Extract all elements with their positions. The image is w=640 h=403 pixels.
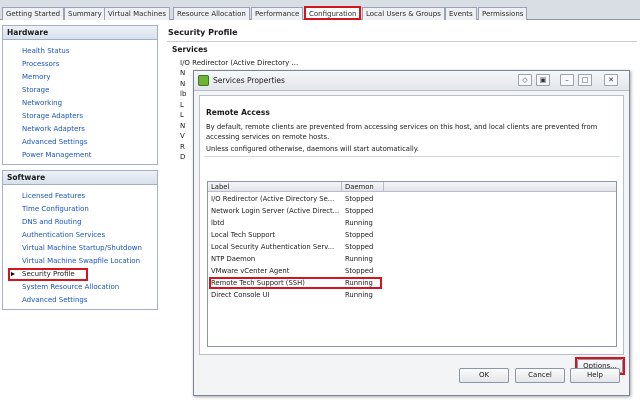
column-header-daemon[interactable]: Daemon	[345, 183, 374, 191]
hardware-header: Hardware	[3, 26, 157, 40]
remote-access-description: By default, remote clients are prevented…	[206, 123, 598, 141]
nav-time-configuration[interactable]: Time Configuration	[3, 203, 157, 216]
service-label: Direct Console UI	[211, 291, 270, 299]
services-properties-dialog: Services Properties ◇ ▣ – □ ✕ Remote Acc…	[193, 70, 630, 396]
tab-virtual-machines[interactable]: Virtual Machines	[104, 7, 171, 20]
nav-security-profile[interactable]: Security Profile	[3, 268, 157, 281]
hardware-group: Hardware Health Status Processors Memory…	[2, 25, 158, 165]
table-row[interactable]: Local Tech Support Stopped	[208, 229, 616, 241]
service-item-partial: N	[180, 69, 186, 77]
service-label: VMware vCenter Agent	[211, 267, 290, 275]
table-row[interactable]: VMware vCenter Agent Stopped	[208, 265, 616, 277]
tab-summary[interactable]: Summary	[64, 7, 106, 20]
nav-authentication-services[interactable]: Authentication Services	[3, 229, 157, 242]
nav-storage[interactable]: Storage	[3, 84, 157, 97]
pin-icon[interactable]: ▣	[536, 74, 550, 86]
daemon-status: Running	[345, 255, 373, 263]
tab-permissions[interactable]: Permissions	[478, 7, 528, 20]
maximize-icon[interactable]: □	[578, 74, 592, 86]
minimize-icon[interactable]: –	[560, 74, 574, 86]
tab-performance[interactable]: Performance	[251, 7, 304, 20]
service-item-partial: L	[180, 111, 184, 119]
remote-access-note: Unless configured otherwise, daemons wil…	[206, 145, 419, 153]
service-label: lbtd	[211, 219, 225, 227]
tab-configuration[interactable]: Configuration	[304, 6, 362, 20]
service-item-partial: V	[180, 132, 185, 140]
close-icon[interactable]: ✕	[604, 74, 618, 86]
daemon-status: Stopped	[345, 243, 374, 251]
page-title: Security Profile	[168, 28, 238, 37]
service-label: NTP Daemon	[211, 255, 256, 263]
services-section-title: Services	[172, 45, 208, 54]
tab-events[interactable]: Events	[445, 7, 477, 20]
service-item-partial: lb	[180, 90, 187, 98]
daemon-status: Running	[345, 291, 373, 299]
services-list-obscured: N N lb L L N V R D	[180, 68, 186, 163]
nav-licensed-features[interactable]: Licensed Features	[3, 190, 157, 203]
service-item: I/O Redirector (Active Directory ...	[180, 59, 299, 67]
daemon-status: Stopped	[345, 195, 374, 203]
table-header: Label Daemon	[208, 182, 616, 192]
table-row[interactable]: NTP Daemon Running	[208, 253, 616, 265]
vsphere-app-icon	[198, 75, 209, 86]
table-row[interactable]: Direct Console UI Running	[208, 289, 616, 301]
service-label: Local Security Authentication Serv...	[211, 243, 335, 251]
table-row[interactable]: I/O Redirector (Active Directory Se... S…	[208, 193, 616, 205]
nav-processors[interactable]: Processors	[3, 58, 157, 71]
nav-system-resource-allocation[interactable]: System Resource Allocation	[3, 281, 157, 294]
service-item-partial: D	[180, 153, 186, 161]
nav-advanced-settings-hw[interactable]: Advanced Settings	[3, 136, 157, 149]
help-button[interactable]: Help	[570, 368, 620, 383]
column-separator[interactable]	[341, 182, 342, 192]
nav-advanced-settings-sw[interactable]: Advanced Settings	[3, 294, 157, 307]
nav-vm-swapfile-location[interactable]: Virtual Machine Swapfile Location	[3, 255, 157, 268]
restore-layout-icon[interactable]: ◇	[518, 74, 532, 86]
nav-power-management[interactable]: Power Management	[3, 149, 157, 162]
service-item-partial: N	[180, 121, 186, 130]
section-divider	[204, 156, 620, 157]
tab-local-users-groups[interactable]: Local Users & Groups	[362, 7, 445, 20]
dialog-titlebar[interactable]: Services Properties ◇ ▣ – □ ✕	[194, 71, 629, 91]
configuration-nav-panel: Hardware Health Status Processors Memory…	[0, 20, 163, 403]
daemon-status: Stopped	[345, 207, 374, 215]
services-table: Label Daemon I/O Redirector (Active Dire…	[207, 181, 617, 347]
tab-getting-started[interactable]: Getting Started	[2, 7, 65, 20]
column-separator[interactable]	[383, 182, 384, 192]
services-list: I/O Redirector (Active Directory ...	[180, 58, 298, 68]
nav-vm-startup-shutdown[interactable]: Virtual Machine Startup/Shutdown	[3, 242, 157, 255]
service-item-partial: L	[180, 100, 184, 109]
nav-dns-routing[interactable]: DNS and Routing	[3, 216, 157, 229]
service-label: Network Login Server (Active Direct...	[211, 207, 339, 215]
nav-storage-adapters[interactable]: Storage Adapters	[3, 110, 157, 123]
title-divider	[167, 41, 637, 42]
service-item-partial: N	[180, 79, 186, 88]
selection-highlight	[8, 268, 88, 281]
nav-network-adapters[interactable]: Network Adapters	[3, 123, 157, 136]
daemon-status: Stopped	[345, 231, 374, 239]
service-label: Local Tech Support	[211, 231, 276, 239]
service-label: Remote Tech Support (SSH)	[211, 279, 305, 287]
software-group: Software Licensed Features Time Configur…	[2, 170, 158, 310]
daemon-status: Stopped	[345, 267, 374, 275]
cancel-button[interactable]: Cancel	[515, 368, 565, 383]
remote-access-title: Remote Access	[206, 108, 270, 117]
daemon-status: Running	[345, 279, 373, 287]
table-row-selected[interactable]: Remote Tech Support (SSH) Running	[208, 277, 616, 289]
dialog-body: Remote Access By default, remote clients…	[199, 95, 625, 375]
software-header: Software	[3, 171, 157, 185]
daemon-status: Running	[345, 219, 373, 227]
tab-resource-allocation[interactable]: Resource Allocation	[173, 7, 250, 20]
nav-networking[interactable]: Networking	[3, 97, 157, 110]
column-header-label[interactable]: Label	[211, 183, 229, 191]
ok-button[interactable]: OK	[459, 368, 509, 383]
table-row[interactable]: Local Security Authentication Serv... St…	[208, 241, 616, 253]
table-row[interactable]: Network Login Server (Active Direct... S…	[208, 205, 616, 217]
service-label: I/O Redirector (Active Directory Se...	[211, 195, 335, 203]
tab-strip: Getting Started Summary Virtual Machines…	[0, 0, 640, 20]
service-item-partial: R	[180, 142, 185, 151]
dialog-title: Services Properties	[213, 76, 285, 85]
nav-health-status[interactable]: Health Status	[3, 45, 157, 58]
table-row[interactable]: lbtd Running	[208, 217, 616, 229]
nav-memory[interactable]: Memory	[3, 71, 157, 84]
